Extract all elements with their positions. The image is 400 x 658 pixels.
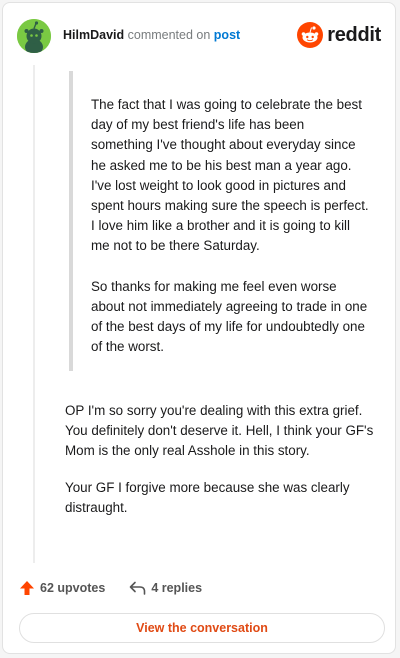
comment-card: HilmDavid commented on post reddit The f… bbox=[2, 2, 396, 654]
snoo-avatar-icon[interactable] bbox=[17, 19, 51, 53]
comment-actions: 62 upvotes 4 replies bbox=[19, 578, 226, 598]
replies-button[interactable]: 4 replies bbox=[129, 581, 202, 595]
quoted-text: The fact that I was going to celebrate t… bbox=[69, 71, 369, 372]
comment-body: OP I'm so sorry you're dealing with this… bbox=[65, 401, 385, 534]
reply-count: 4 replies bbox=[151, 581, 203, 595]
upvote-arrow-icon bbox=[20, 581, 34, 595]
thread-line bbox=[33, 65, 35, 563]
quote-paragraph: The fact that I was going to celebrate t… bbox=[91, 97, 369, 254]
comment-paragraph: Your GF I forgive more because she was c… bbox=[65, 479, 350, 515]
upvote-count: 62 upvotes bbox=[40, 581, 106, 595]
post-link[interactable]: post bbox=[214, 28, 240, 42]
upvote-button[interactable]: 62 upvotes bbox=[19, 580, 105, 596]
byline: HilmDavid commented on post bbox=[63, 28, 240, 42]
username-link[interactable]: HilmDavid bbox=[63, 28, 124, 42]
comment-paragraph: OP I'm so sorry you're dealing with this… bbox=[65, 403, 374, 459]
byline-action-text: commented on bbox=[127, 28, 211, 42]
reddit-wordmark: reddit bbox=[327, 23, 381, 46]
quote-paragraph: So thanks for making me feel even worse … bbox=[91, 278, 368, 355]
reply-arrow-icon bbox=[130, 581, 146, 595]
view-conversation-label: View the conversation bbox=[136, 621, 268, 635]
view-conversation-button[interactable]: View the conversation bbox=[19, 613, 385, 643]
comment-header: HilmDavid commented on post reddit bbox=[17, 19, 381, 53]
reddit-logo[interactable]: reddit bbox=[297, 20, 381, 50]
reddit-logo-icon bbox=[297, 22, 324, 48]
